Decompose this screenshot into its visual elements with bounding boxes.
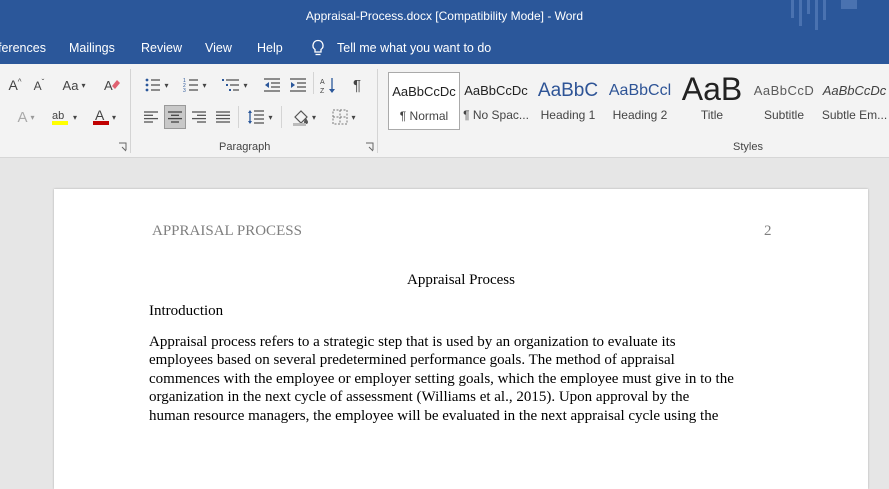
shrink-font-icon[interactable]: Aˇ <box>28 74 50 96</box>
style-preview: AaBbCcl <box>608 82 672 99</box>
style-name: Heading 2 <box>612 108 668 122</box>
line-spacing-icon[interactable]: ▾ <box>243 106 277 128</box>
style-heading-1[interactable]: AaBbC Heading 1 <box>532 72 604 130</box>
clear-formatting-icon[interactable]: A <box>100 74 124 96</box>
style-normal[interactable]: AaBbCcDc ¶ Normal <box>388 72 460 130</box>
body-line: Appraisal process refers to a strategic … <box>149 334 676 350</box>
style-name: Subtitle <box>763 108 805 122</box>
document-title: Appraisal Process <box>407 272 515 288</box>
style-preview: AaBbCcDc <box>464 83 528 98</box>
body-line: employees based on several predetermined… <box>149 352 675 368</box>
style-preview: AaBbCcDc <box>392 84 456 99</box>
separator <box>281 106 282 128</box>
font-color-icon[interactable]: A ▾ <box>86 106 122 128</box>
style-name: Title <box>700 108 724 122</box>
page-number: 2 <box>764 223 772 239</box>
body-line: organization in the next cycle of assess… <box>149 389 690 405</box>
numbering-icon[interactable]: 123 ▾ <box>178 74 212 96</box>
style-subtitle[interactable]: AaBbCcD Subtitle <box>748 72 820 130</box>
style-no-spacing[interactable]: AaBbCcDc ¶ No Spac... <box>460 72 532 130</box>
style-title[interactable]: AaB Title <box>676 72 748 130</box>
shading-icon[interactable]: ▾ <box>286 106 322 128</box>
pilcrow-icon[interactable]: ¶ <box>346 74 368 96</box>
svg-text:A: A <box>320 79 325 86</box>
style-name: Subtle Em... <box>821 108 888 122</box>
multilevel-list-icon[interactable]: ▾ <box>216 74 254 96</box>
ribbon-home: A^ Aˇ Aa▾ A A▾ ab ▾ A ▾ ▾ 123 ▾ ▾ AZ ¶ <box>0 64 889 158</box>
paragraph-group-label: Paragraph <box>219 141 271 153</box>
body-line: human resource managers, the employee wi… <box>149 408 719 424</box>
svg-text:ab: ab <box>52 110 64 122</box>
align-left-icon[interactable] <box>140 106 162 128</box>
window-title: Appraisal-Process.docx [Compatibility Mo… <box>305 9 584 23</box>
styles-group-label: Styles <box>733 141 763 153</box>
change-case-icon[interactable]: Aa ▾ <box>56 74 92 96</box>
style-name: ¶ No Spac... <box>463 108 529 122</box>
justify-icon[interactable] <box>212 106 234 128</box>
decrease-indent-icon[interactable] <box>260 74 284 96</box>
align-right-icon[interactable] <box>188 106 210 128</box>
separator <box>238 106 239 128</box>
style-heading-2[interactable]: AaBbCcl Heading 2 <box>604 72 676 130</box>
running-head: APPRAISAL PROCESS <box>152 223 302 239</box>
tab-help[interactable]: Help <box>257 41 283 55</box>
align-center-icon[interactable] <box>164 105 186 129</box>
style-name: Heading 1 <box>540 108 596 122</box>
svg-text:Z: Z <box>320 88 325 94</box>
borders-icon[interactable]: ▾ <box>326 106 362 128</box>
tab-view[interactable]: View <box>205 41 232 55</box>
tab-review[interactable]: Review <box>141 41 182 55</box>
title-bar-pattern <box>791 0 857 30</box>
style-preview: AaBbCcDc <box>822 83 887 98</box>
separator <box>313 72 314 94</box>
tab-references[interactable]: ferences <box>0 41 46 55</box>
svg-text:A: A <box>95 107 105 123</box>
style-name: ¶ Normal <box>399 109 449 123</box>
style-preview: AaB <box>681 72 743 107</box>
svg-text:3: 3 <box>183 88 186 93</box>
body-line: commences with the employee or employer … <box>149 371 734 387</box>
svg-text:A: A <box>104 78 113 93</box>
style-preview: AaBbCcD <box>753 83 815 98</box>
grow-font-icon[interactable]: A^ <box>4 74 26 96</box>
bullets-icon[interactable]: ▾ <box>140 74 174 96</box>
separator <box>377 69 378 153</box>
highlight-icon[interactable]: ab ▾ <box>46 106 82 128</box>
tab-mailings[interactable]: Mailings <box>69 41 115 55</box>
ribbon-tab-bar: ferences Mailings Review View Help Tell … <box>0 32 889 64</box>
sort-icon[interactable]: AZ <box>318 74 340 96</box>
increase-indent-icon[interactable] <box>286 74 310 96</box>
text-effects-icon[interactable]: A ▾ <box>6 106 46 128</box>
section-heading: Introduction <box>149 303 224 319</box>
font-dialog-launcher-icon[interactable] <box>118 142 128 152</box>
style-subtle-emphasis[interactable]: AaBbCcDc Subtle Em... <box>820 72 889 130</box>
separator <box>130 69 131 153</box>
document-canvas[interactable]: APPRAISAL PROCESS 2 Appraisal Process In… <box>0 158 889 489</box>
style-preview: AaBbC <box>537 80 599 101</box>
tell-me-search[interactable]: Tell me what you want to do <box>337 41 491 55</box>
document-page[interactable]: APPRAISAL PROCESS 2 Appraisal Process In… <box>54 189 868 489</box>
lightbulb-icon[interactable] <box>311 39 325 57</box>
paragraph-dialog-launcher-icon[interactable] <box>365 142 375 152</box>
title-bar: Appraisal-Process.docx [Compatibility Mo… <box>0 0 889 32</box>
